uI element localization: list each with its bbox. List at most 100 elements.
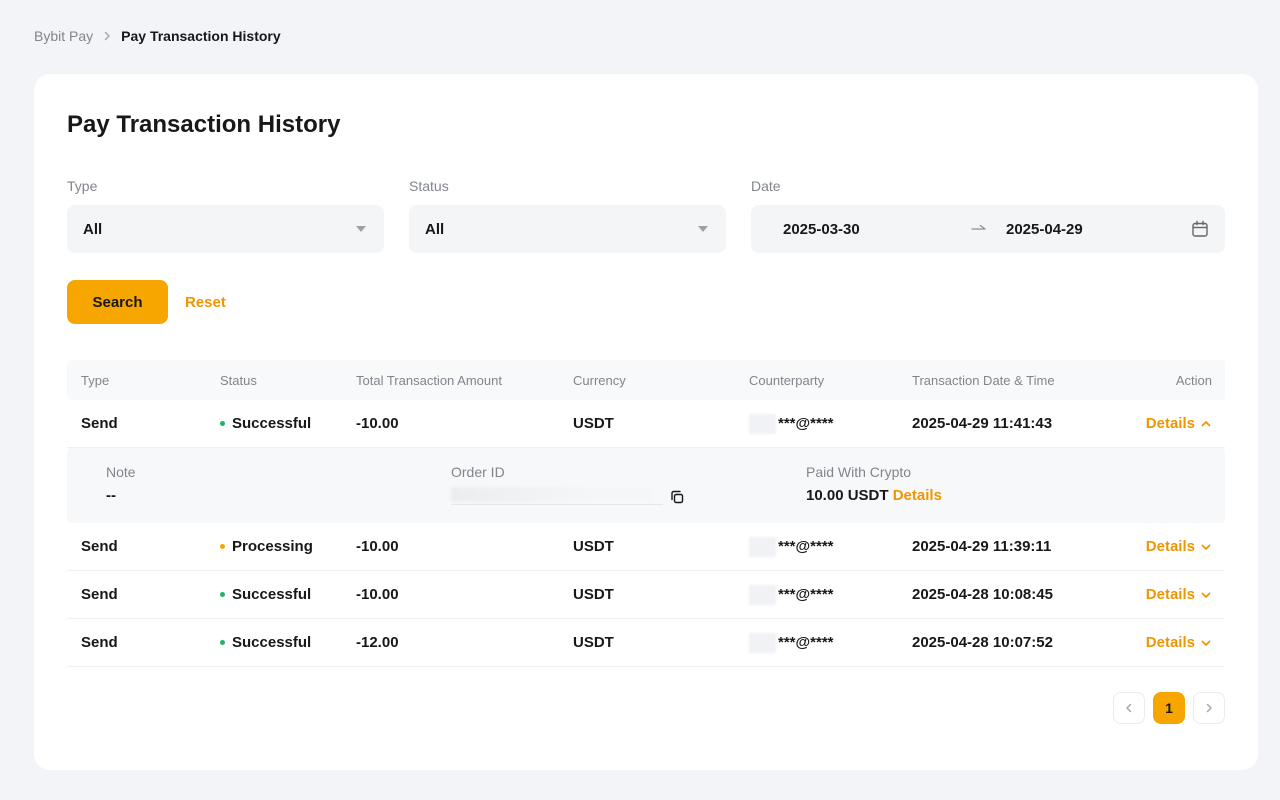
transaction-detail-panel: Note --Order IDPaid With Crypto 10.00 USDT… (67, 448, 1225, 523)
status-dot-icon (220, 421, 225, 426)
cell-action: Details (1146, 538, 1212, 555)
page-title: Pay Transaction History (67, 111, 1225, 139)
details-link[interactable]: Details (1146, 634, 1212, 651)
filters-row: Type All Status All Date 2025-03-30 2025… (67, 178, 1225, 253)
type-filter: Type All (67, 178, 384, 253)
date-range-start[interactable]: 2025-03-30 (783, 221, 971, 238)
details-link-label: Details (1146, 415, 1195, 432)
cell-type: Send (81, 415, 220, 432)
details-link-label: Details (1146, 586, 1195, 603)
cell-status: Processing (220, 538, 356, 555)
details-link[interactable]: Details (1146, 538, 1212, 555)
breadcrumb-parent[interactable]: Bybit Pay (34, 28, 93, 44)
detail-note: Note -- (106, 464, 451, 523)
cell-action: Details (1146, 415, 1212, 432)
date-filter-label: Date (751, 178, 1225, 194)
date-range-end[interactable]: 2025-04-29 (1006, 221, 1191, 238)
paid-details-link[interactable]: Details (893, 487, 942, 504)
cell-type: Send (81, 634, 220, 651)
details-link-label: Details (1146, 634, 1195, 651)
status-dot-icon (220, 544, 225, 549)
transactions-table: TypeStatusTotal Transaction AmountCurren… (67, 360, 1225, 667)
reset-button[interactable]: Reset (185, 294, 226, 311)
status-filter: Status All (409, 178, 726, 253)
status-select-value: All (425, 221, 444, 238)
note-label: Note (106, 464, 451, 480)
column-header-transaction-date-time: Transaction Date & Time (912, 373, 1176, 388)
pagination-prev-button[interactable] (1113, 692, 1145, 724)
filter-actions-row: Search Reset (67, 280, 1225, 324)
breadcrumb: Bybit Pay Pay Transaction History (0, 0, 1280, 44)
status-dot-icon (220, 592, 225, 597)
status-text: Successful (232, 415, 311, 432)
order-id-redacted-area (451, 487, 663, 505)
redacted-blur (749, 414, 776, 434)
paid-amount: 10.00 USDT (806, 487, 893, 504)
details-link[interactable]: Details (1146, 586, 1212, 603)
order-id-value (451, 487, 806, 505)
cell-type: Send (81, 538, 220, 555)
breadcrumb-current: Pay Transaction History (121, 28, 281, 44)
column-header-currency: Currency (573, 373, 749, 388)
cell-status: Successful (220, 586, 356, 603)
cell-action: Details (1146, 634, 1212, 651)
cell-amount: -10.00 (356, 586, 573, 603)
status-dot-icon (220, 640, 225, 645)
arrow-right-icon (971, 224, 987, 234)
cell-amount: -10.00 (356, 538, 573, 555)
pagination-next-button[interactable] (1193, 692, 1225, 724)
column-header-type: Type (81, 373, 220, 388)
column-header-total-transaction-amount: Total Transaction Amount (356, 373, 573, 388)
cell-status: Successful (220, 415, 356, 432)
counterparty-text: ***@**** (778, 634, 834, 651)
cell-counterparty: ***@**** (749, 537, 912, 557)
column-header-status: Status (220, 373, 356, 388)
chevron-down-icon (1200, 637, 1212, 649)
date-range-picker[interactable]: 2025-03-30 2025-04-29 (751, 205, 1225, 253)
chevron-up-icon (1200, 418, 1212, 430)
table-header-row: TypeStatusTotal Transaction AmountCurren… (67, 360, 1225, 400)
status-text: Processing (232, 538, 313, 555)
column-header-action: Action (1176, 373, 1212, 388)
detail-paid-with-crypto: Paid With Crypto 10.00 USDT Details (806, 464, 1225, 523)
status-select[interactable]: All (409, 205, 726, 253)
status-text: Successful (232, 586, 311, 603)
paid-with-crypto-value: 10.00 USDT Details (806, 487, 1225, 504)
details-link[interactable]: Details (1146, 415, 1212, 432)
counterparty-text: ***@**** (778, 415, 834, 432)
type-select[interactable]: All (67, 205, 384, 253)
calendar-icon[interactable] (1191, 220, 1209, 238)
pagination: 1 (67, 692, 1225, 724)
copy-icon[interactable] (669, 489, 685, 505)
paid-with-crypto-label: Paid With Crypto (806, 464, 1225, 480)
search-button[interactable]: Search (67, 280, 168, 324)
cell-counterparty: ***@**** (749, 414, 912, 434)
status-filter-label: Status (409, 178, 726, 194)
table-row: SendSuccessful-10.00USDT***@****2025-04-… (67, 571, 1225, 619)
type-filter-label: Type (67, 178, 384, 194)
table-row: SendSuccessful-12.00USDT***@****2025-04-… (67, 619, 1225, 667)
cell-amount: -12.00 (356, 634, 573, 651)
cell-status: Successful (220, 634, 356, 651)
redacted-blur (451, 487, 651, 502)
pagination-page-1[interactable]: 1 (1153, 692, 1185, 724)
cell-currency: USDT (573, 586, 749, 603)
cell-currency: USDT (573, 538, 749, 555)
detail-order-id: Order ID (451, 464, 806, 523)
caret-down-icon (356, 226, 366, 232)
table-row: SendSuccessful-10.00USDT***@****2025-04-… (67, 400, 1225, 448)
status-text: Successful (232, 634, 311, 651)
column-header-counterparty: Counterparty (749, 373, 912, 388)
details-link-label: Details (1146, 538, 1195, 555)
chevron-down-icon (1200, 541, 1212, 553)
cell-action: Details (1146, 586, 1212, 603)
order-id-label: Order ID (451, 464, 806, 480)
cell-counterparty: ***@**** (749, 633, 912, 653)
note-value: -- (106, 487, 451, 504)
table-body: SendSuccessful-10.00USDT***@****2025-04-… (67, 400, 1225, 667)
cell-currency: USDT (573, 415, 749, 432)
counterparty-text: ***@**** (778, 538, 834, 555)
cell-currency: USDT (573, 634, 749, 651)
type-select-value: All (83, 221, 102, 238)
cell-datetime: 2025-04-28 10:08:45 (912, 586, 1146, 603)
